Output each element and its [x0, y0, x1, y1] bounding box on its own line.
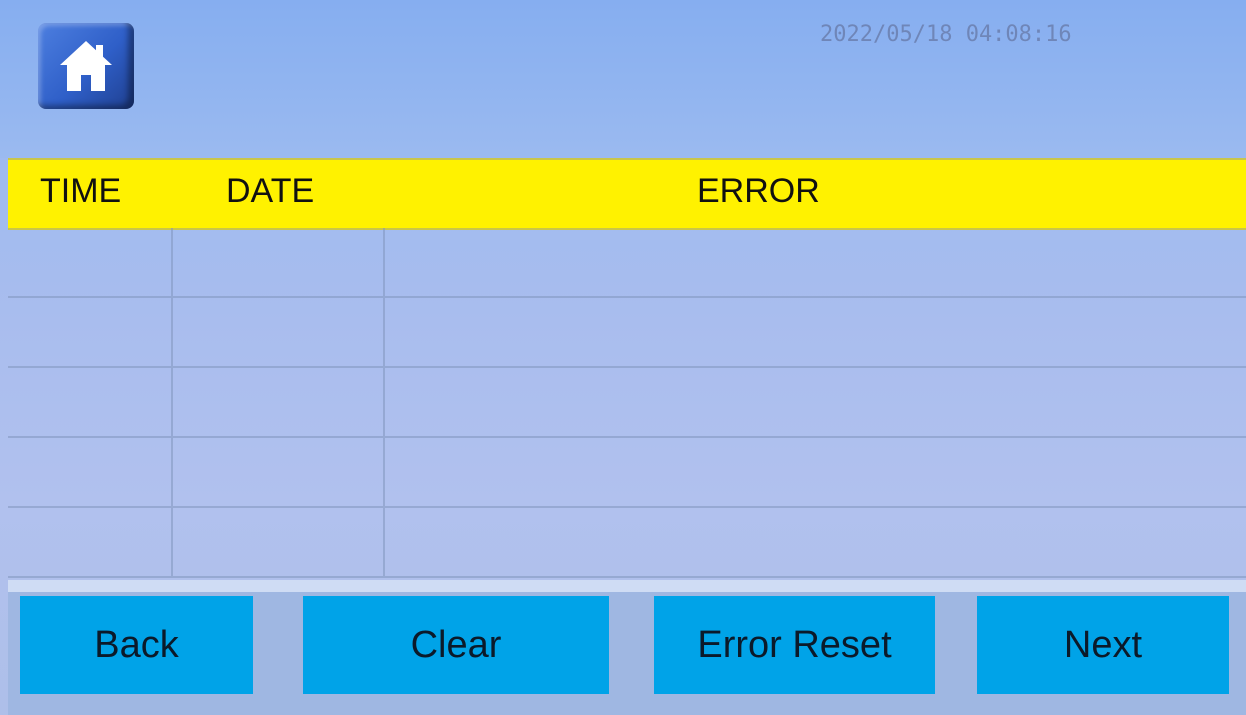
cell-time [8, 368, 173, 436]
column-header-error: ERROR [697, 172, 820, 210]
top-bar: 2022/05/18 04:08:16 [0, 0, 1246, 158]
next-button[interactable]: Next [977, 596, 1229, 694]
clear-button[interactable]: Clear [303, 596, 609, 694]
column-header-time: TIME [40, 172, 122, 210]
cell-time [8, 228, 173, 296]
cell-date [173, 228, 385, 296]
home-button[interactable] [38, 23, 134, 109]
cell-error [385, 368, 1246, 436]
cell-time [8, 508, 173, 576]
cell-date [173, 368, 385, 436]
table-row[interactable] [8, 298, 1246, 368]
table-row[interactable] [8, 438, 1246, 508]
table-row[interactable] [8, 508, 1246, 578]
error-log-table [8, 228, 1246, 578]
table-row[interactable] [8, 368, 1246, 438]
cell-date [173, 438, 385, 506]
column-header-date: DATE [226, 172, 315, 210]
home-icon [60, 41, 112, 91]
cell-error [385, 228, 1246, 296]
datetime-display: 2022/05/18 04:08:16 [820, 22, 1072, 47]
error-reset-button[interactable]: Error Reset [654, 596, 935, 694]
cell-error [385, 438, 1246, 506]
hmi-screen: 2022/05/18 04:08:16 TIME DATE ERROR Back… [0, 0, 1246, 715]
cell-time [8, 438, 173, 506]
cell-date [173, 508, 385, 576]
log-header-row: TIME DATE ERROR [8, 158, 1246, 230]
back-button[interactable]: Back [20, 596, 253, 694]
divider [8, 580, 1246, 592]
cell-error [385, 508, 1246, 576]
table-row[interactable] [8, 228, 1246, 298]
cell-error [385, 298, 1246, 366]
cell-date [173, 298, 385, 366]
cell-time [8, 298, 173, 366]
